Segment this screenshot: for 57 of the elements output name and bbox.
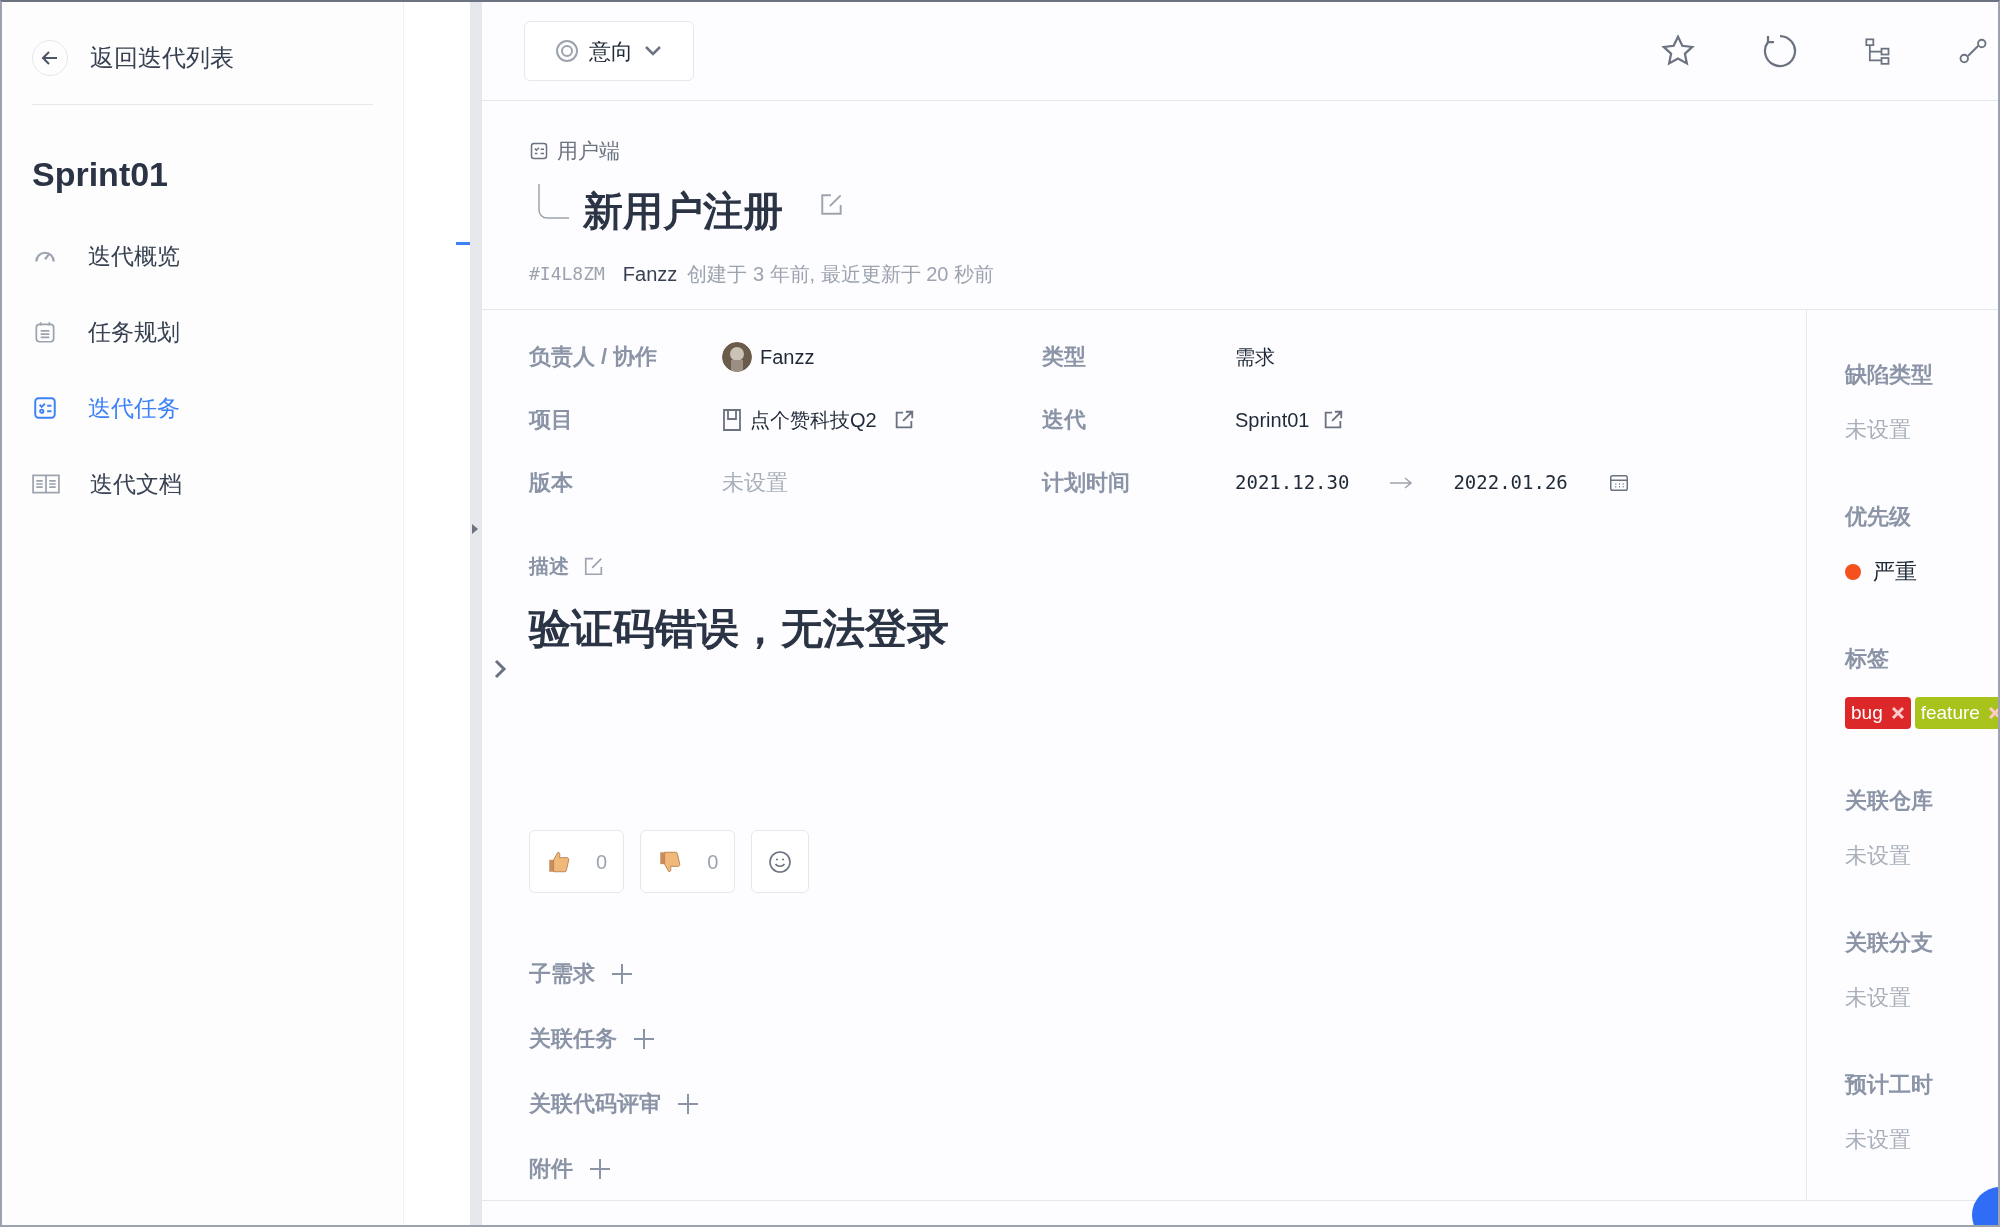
tag[interactable]: bug xyxy=(1845,697,1911,729)
nav-item[interactable]: 迭代概览 xyxy=(32,218,373,294)
nav-item[interactable]: 迭代文档 xyxy=(32,446,373,522)
field-label: 标签 xyxy=(1845,645,1890,673)
field-label: 预计工时 xyxy=(1845,1071,1934,1099)
priority-value[interactable]: 严重 xyxy=(1873,555,1917,588)
calendar-list-icon xyxy=(32,319,58,345)
add-icon[interactable] xyxy=(611,962,633,985)
field-label: 关联分支 xyxy=(1845,929,1934,957)
hierarchy-icon[interactable] xyxy=(1864,37,1892,65)
link-icon[interactable] xyxy=(1958,36,1988,66)
field-label: 负责人 / 协作 xyxy=(529,343,659,371)
field-label: 计划时间 xyxy=(1042,469,1131,497)
project-link[interactable]: 点个赞科技Q2 xyxy=(750,404,877,435)
sprint-title: Sprint01 xyxy=(32,154,170,195)
smiley-icon xyxy=(768,849,793,874)
field-value: 需求 xyxy=(1235,344,1275,370)
author-name[interactable]: Fanzz xyxy=(622,258,678,289)
description-label: 描述 xyxy=(529,554,569,579)
section-label: 关联任务 xyxy=(529,1025,617,1053)
back-link[interactable]: 返回迭代列表 xyxy=(90,40,234,76)
parent-item-link[interactable]: 用户端 xyxy=(557,135,620,167)
refresh-icon[interactable] xyxy=(1762,33,1798,69)
section-label: 关联代码评审 xyxy=(529,1090,661,1118)
add-icon[interactable] xyxy=(633,1027,655,1050)
edit-icon[interactable] xyxy=(583,555,605,577)
status-dropdown[interactable]: 意向 xyxy=(524,21,694,81)
assignee-name[interactable]: Fanzz xyxy=(760,341,815,372)
end-date[interactable]: 2022.01.26 xyxy=(1453,468,1568,497)
issue-meta: 创建于 3 年前, 最近更新于 20 秒前 xyxy=(687,261,995,287)
section-label: 附件 xyxy=(529,1155,573,1183)
arrow-right-icon xyxy=(1389,475,1414,490)
remove-icon[interactable] xyxy=(1890,706,1905,720)
nav-item[interactable]: 任务规划 xyxy=(32,294,373,370)
caret-icon xyxy=(643,44,663,58)
nav-item[interactable]: 迭代任务 xyxy=(32,370,373,446)
reaction-button[interactable] xyxy=(751,830,810,893)
add-icon[interactable] xyxy=(589,1157,611,1180)
section-label: 子需求 xyxy=(529,960,595,988)
start-date[interactable]: 2021.12.30 xyxy=(1235,468,1350,497)
field-label: 关联仓库 xyxy=(1845,787,1934,815)
sprint-link[interactable]: Sprint01 xyxy=(1235,404,1310,435)
expand-triangle-icon[interactable] xyxy=(470,522,480,536)
description-text: 验证码错误，无法登录 xyxy=(529,604,950,654)
field-label: 迭代 xyxy=(1042,406,1087,434)
issue-title: 新用户注册 xyxy=(583,187,783,235)
repository-icon xyxy=(722,408,742,431)
checklist-icon xyxy=(32,395,58,421)
field-label: 项目 xyxy=(529,406,574,434)
add-icon[interactable] xyxy=(677,1092,699,1115)
field-label: 版本 xyxy=(529,469,574,497)
checklist-icon xyxy=(529,140,549,161)
field-label: 优先级 xyxy=(1845,503,1912,531)
field-label: 类型 xyxy=(1042,343,1087,371)
status-circle-icon xyxy=(555,39,579,63)
field-label: 缺陷类型 xyxy=(1845,361,1934,389)
issue-id: #I4L8ZM xyxy=(529,262,605,286)
